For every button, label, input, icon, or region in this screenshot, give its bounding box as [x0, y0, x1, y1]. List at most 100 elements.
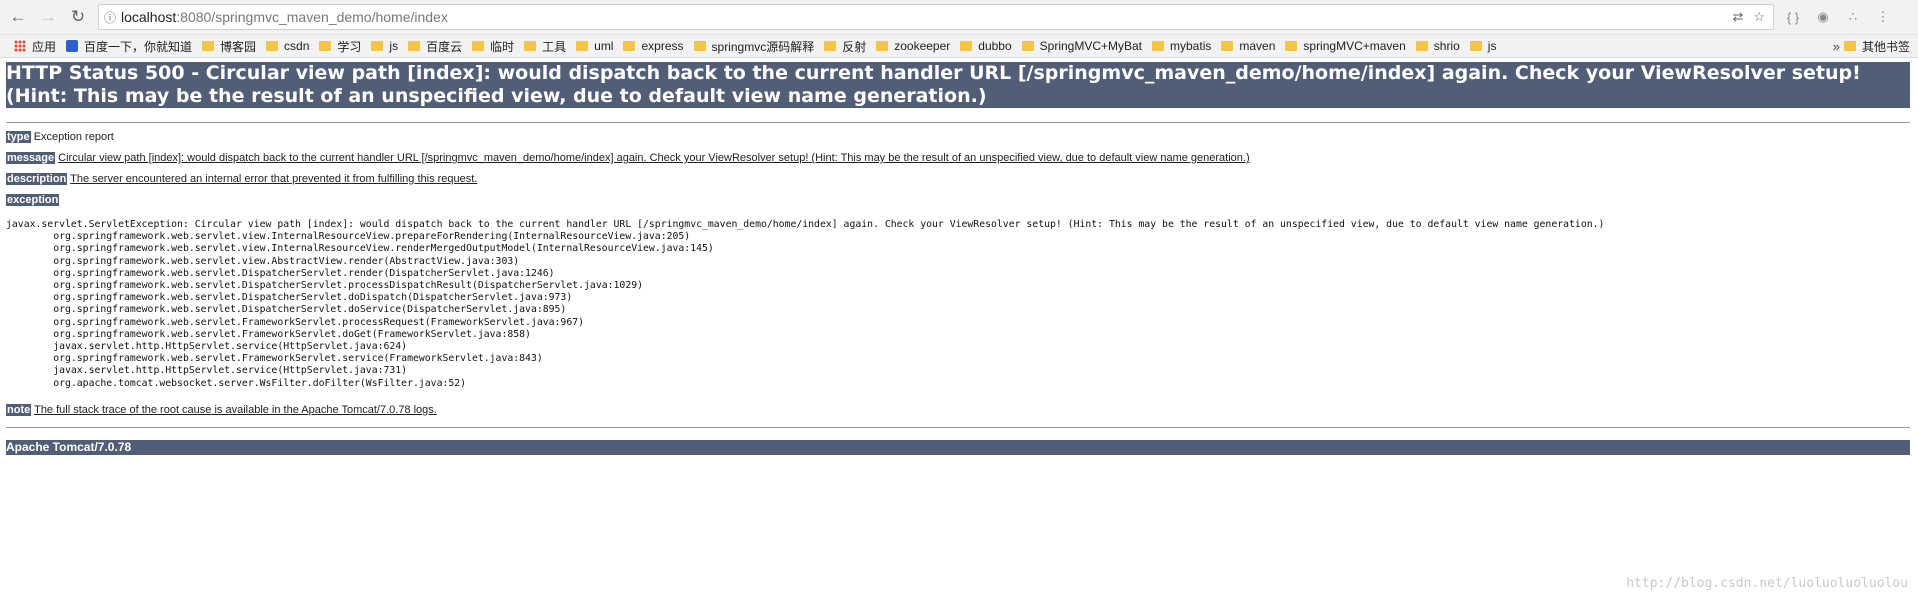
- other-bookmarks[interactable]: 其他书签: [1843, 38, 1910, 55]
- error-page: HTTP Status 500 - Circular view path [in…: [0, 62, 1918, 455]
- bookmark-label: 临时: [490, 39, 515, 54]
- bookmark-folder[interactable]: shrio: [1415, 39, 1460, 53]
- bookmark-folder[interactable]: 博客园: [202, 38, 256, 55]
- url-path: :8080/springmvc_maven_demo/home/index: [176, 9, 448, 25]
- bookmark-label: csdn: [284, 39, 310, 53]
- bookmark-label: 百度一下，你就知道: [84, 39, 193, 54]
- folder-icon: [1221, 41, 1234, 51]
- bookmark-label: maven: [1239, 39, 1276, 53]
- folder-icon: [1415, 41, 1428, 51]
- browser-toolbar: ← → ↻ ⓘ localhost:8080/springmvc_maven_d…: [0, 0, 1918, 35]
- folder-icon: [623, 41, 636, 51]
- bookmark-label: mybatis: [1170, 39, 1212, 53]
- bookmark-folder[interactable]: springmvc源码解释: [693, 38, 815, 55]
- bookmark-label: SpringMVC+MyBat: [1039, 39, 1143, 53]
- bookmark-label: 工具: [542, 39, 567, 54]
- description-label: description: [6, 173, 68, 185]
- folder-icon: [1152, 41, 1165, 51]
- bookmark-label: springMVC+maven: [1303, 39, 1406, 53]
- bookmark-folder[interactable]: csdn: [266, 39, 309, 53]
- folder-icon: [824, 41, 837, 51]
- exception-row: exception: [6, 194, 1910, 207]
- bookmark-folder[interactable]: 百度云: [408, 38, 462, 55]
- folder-icon: [472, 41, 485, 51]
- bookmark-label: js: [389, 39, 399, 53]
- bookmark-folder[interactable]: uml: [576, 39, 613, 53]
- bookmarks-bar: 应用 百度一下，你就知道 博客园 csdn 学习 js 百度云 临时 工具 um…: [0, 35, 1918, 58]
- bookmark-folder[interactable]: 临时: [472, 38, 514, 55]
- bookmark-folder[interactable]: mybatis: [1152, 39, 1211, 53]
- bookmarks-overflow-button[interactable]: »: [1833, 39, 1840, 54]
- note-value: The full stack trace of the root cause i…: [34, 403, 437, 416]
- bookmark-folder[interactable]: zookeeper: [876, 39, 950, 53]
- folder-icon: [408, 41, 421, 51]
- bookmark-folder[interactable]: express: [623, 39, 684, 53]
- bookmark-label: 反射: [842, 39, 867, 54]
- divider: [6, 122, 1910, 123]
- url-host: localhost: [121, 9, 177, 25]
- bookmark-folder[interactable]: SpringMVC+MyBat: [1021, 39, 1143, 53]
- description-value: The server encountered an internal error…: [70, 173, 478, 185]
- description-row: description The server encountered an in…: [6, 173, 1910, 186]
- folder-icon: [202, 41, 215, 51]
- note-row: note The full stack trace of the root ca…: [6, 403, 1910, 417]
- folder-icon: [266, 41, 279, 51]
- bookmark-label: 博客园: [220, 39, 257, 54]
- bookmark-label: js: [1487, 39, 1497, 53]
- folder-icon: [576, 41, 589, 51]
- type-value: Exception report: [33, 131, 114, 143]
- bookmark-label: 学习: [337, 39, 362, 54]
- bookmark-label: express: [641, 39, 684, 53]
- bookmark-label: zookeeper: [894, 39, 951, 53]
- exception-label: exception: [6, 194, 60, 206]
- folder-icon: [1843, 41, 1856, 51]
- menu-icon[interactable]: ⋮: [1872, 9, 1894, 25]
- divider: [6, 426, 1910, 428]
- note-label: note: [6, 403, 32, 416]
- back-icon[interactable]: ←: [6, 5, 30, 29]
- message-value: Circular view path [index]: would dispat…: [58, 152, 1250, 164]
- bookmark-folder[interactable]: js: [1469, 39, 1497, 53]
- bookmark-baidu[interactable]: 百度一下，你就知道: [66, 38, 192, 55]
- bookmark-star-icon[interactable]: ☆: [1753, 9, 1765, 25]
- type-row: type Exception report: [6, 131, 1910, 144]
- info-icon[interactable]: ⓘ: [99, 9, 121, 26]
- watermark: http://blog.csdn.net/luoluoluoluolou: [1626, 576, 1908, 591]
- url-text[interactable]: localhost:8080/springmvc_maven_demo/home…: [121, 9, 1732, 25]
- reload-icon[interactable]: ↻: [66, 5, 90, 29]
- baidu-paw-icon: [66, 40, 79, 52]
- folder-icon: [1469, 41, 1482, 51]
- folder-icon: [1021, 41, 1034, 51]
- bookmark-label: dubbo: [978, 39, 1012, 53]
- bookmark-label: springmvc源码解释: [711, 39, 815, 54]
- bookmark-apps[interactable]: 应用: [10, 38, 56, 55]
- address-bar[interactable]: ⓘ localhost:8080/springmvc_maven_demo/ho…: [98, 4, 1774, 30]
- server-footer: Apache Tomcat/7.0.78: [6, 439, 1910, 455]
- translate-icon[interactable]: ⇄: [1732, 9, 1743, 25]
- folder-icon: [1285, 41, 1298, 51]
- bookmark-label: shrio: [1433, 39, 1460, 53]
- folder-icon: [960, 41, 973, 51]
- apps-grid-icon: [14, 40, 26, 52]
- forward-icon[interactable]: →: [36, 5, 60, 29]
- bookmark-label: 百度云: [426, 39, 463, 54]
- type-label: type: [6, 131, 31, 143]
- bookmark-folder[interactable]: springMVC+maven: [1285, 39, 1406, 53]
- extension-grey-icon[interactable]: ◉: [1812, 9, 1834, 25]
- message-label: message: [6, 152, 56, 164]
- bookmark-folder[interactable]: maven: [1221, 39, 1275, 53]
- folder-icon: [693, 41, 706, 51]
- bookmark-folder[interactable]: dubbo: [960, 39, 1012, 53]
- bookmark-label: 应用: [32, 39, 57, 54]
- bookmark-label: uml: [594, 39, 614, 53]
- folder-icon: [319, 41, 332, 51]
- bookmark-folder[interactable]: 学习: [319, 38, 361, 55]
- bookmark-folder[interactable]: 反射: [824, 38, 866, 55]
- folder-icon: [371, 41, 384, 51]
- folder-icon: [524, 41, 537, 51]
- extension-dots-icon[interactable]: ∴: [1842, 9, 1864, 25]
- extension-json-icon[interactable]: { }: [1782, 10, 1804, 25]
- bookmark-label: 其他书签: [1861, 39, 1910, 54]
- bookmark-folder[interactable]: js: [371, 39, 398, 53]
- bookmark-folder[interactable]: 工具: [524, 38, 566, 55]
